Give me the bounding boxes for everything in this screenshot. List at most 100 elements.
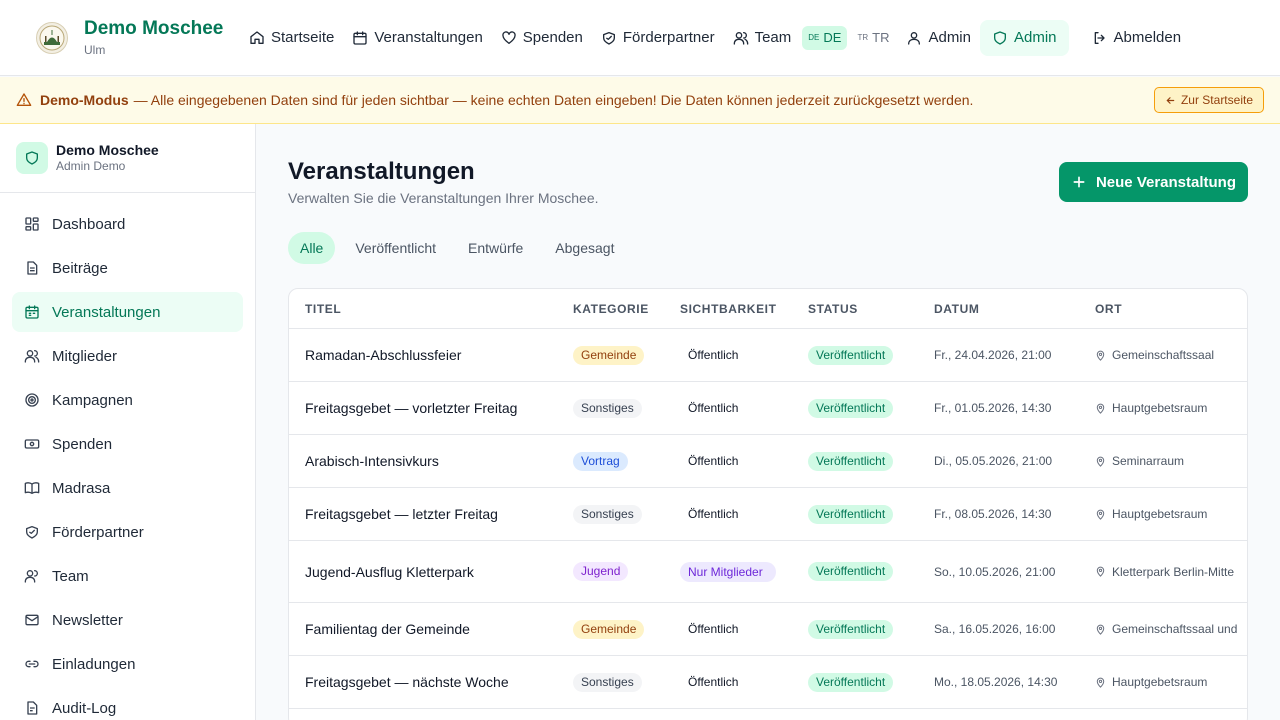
event-location: Hauptgebetsraum: [1112, 401, 1208, 415]
map-pin-icon: [1095, 456, 1112, 467]
table-row[interactable]: Jugend-Ausflug Kletterpark Jugend Nur Mi…: [289, 541, 1247, 603]
event-location: Hauptgebetsraum: [1112, 675, 1208, 689]
nav-events[interactable]: Veranstaltungen: [343, 20, 491, 56]
nav-team[interactable]: Team: [724, 20, 801, 56]
brand[interactable]: Demo Moschee Ulm: [36, 18, 236, 58]
event-date: Fr., 08.05.2026, 14:30: [934, 507, 1052, 521]
nav-admin-user[interactable]: Admin: [897, 20, 980, 56]
logout-label: Abmelden: [1113, 29, 1182, 46]
demo-banner: Demo-Modus — Alle eingegebenen Daten sin…: [0, 77, 1280, 124]
main-content: Veranstaltungen Verwalten Sie die Verans…: [256, 124, 1280, 720]
sidebar-item-campaigns[interactable]: Kampagnen: [12, 380, 243, 420]
team-icon: [733, 30, 755, 46]
sidebar-item-label: Team: [52, 567, 89, 585]
sidebar-item-donations[interactable]: Spenden: [12, 424, 243, 464]
column-header-location[interactable]: ORT: [1095, 302, 1122, 316]
sidebar-item-label: Audit-Log: [52, 699, 117, 717]
sidebar-item-invitations[interactable]: Einladungen: [12, 644, 243, 684]
sidebar-item-team[interactable]: Team: [12, 556, 243, 596]
status-badge: Veröffentlicht: [808, 345, 894, 365]
event-title[interactable]: Freitagsgebet — letzter Freitag: [305, 488, 498, 540]
status-badge: Veröffentlicht: [808, 398, 894, 418]
sidebar-item-label: Spenden: [52, 435, 113, 453]
visibility-label: Öffentlich: [688, 675, 739, 689]
sidebar-item-label: Mitglieder: [52, 347, 118, 365]
table-row[interactable]: Freitagsgebet — nächste Woche Sonstiges …: [289, 656, 1247, 709]
brand-city: Ulm: [84, 42, 106, 57]
status-badge: Veröffentlicht: [808, 451, 894, 471]
tab-cancelled[interactable]: Abgesagt: [543, 232, 626, 264]
sidebar-item-madrasa[interactable]: Madrasa: [12, 468, 243, 508]
sidebar-item-newsletter[interactable]: Newsletter: [12, 600, 243, 640]
logout-button[interactable]: Abmelden: [1083, 20, 1191, 56]
table-row[interactable]: Freitagsgebet — vorletzter Freitag Sonst…: [289, 382, 1247, 435]
visibility-label: Öffentlich: [688, 348, 739, 362]
visibility-label: Öffentlich: [688, 622, 739, 636]
tab-all[interactable]: Alle: [288, 232, 336, 264]
lang-tr-button[interactable]: TR TR: [851, 26, 895, 50]
nav-admin-panel[interactable]: Admin: [980, 19, 1069, 56]
event-location: Hauptgebetsraum: [1112, 507, 1208, 521]
banknote-icon: [24, 436, 52, 452]
column-header-title[interactable]: TITEL: [305, 302, 341, 316]
sidebar-subtitle: Admin Demo: [56, 159, 126, 173]
mosque-logo-icon: [36, 21, 68, 54]
table-row[interactable]: Arabisch-Intensivkurs Vortrag Öffentlich…: [289, 435, 1247, 488]
new-event-label: Neue Veranstaltung: [1095, 173, 1237, 191]
nav-sponsors[interactable]: Förderpartner: [592, 20, 724, 56]
nav-home[interactable]: Startseite: [240, 20, 343, 56]
sidebar-item-label: Förderpartner: [52, 523, 144, 541]
main-nav: Startseite Veranstaltungen Spenden Förde…: [240, 19, 1191, 56]
column-header-date[interactable]: DATUM: [934, 302, 979, 316]
map-pin-icon: [1095, 350, 1112, 361]
sidebar-item-label: Veranstaltungen: [52, 303, 161, 321]
event-title[interactable]: Familientag der Gemeinde: [305, 603, 470, 655]
event-title[interactable]: Ramadan-Abschlussfeier: [305, 329, 461, 381]
table-row[interactable]: Ramadan-Abschlussfeier Gemeinde Öffentli…: [289, 329, 1247, 382]
sidebar-item-dashboard[interactable]: Dashboard: [12, 204, 243, 244]
new-event-button[interactable]: Neue Veranstaltung: [1059, 162, 1248, 202]
table-header: TITEL KATEGORIE SICHTBARKEIT STATUS DATU…: [289, 289, 1247, 329]
calendar-icon: [352, 30, 374, 46]
user-icon: [906, 30, 928, 46]
sidebar-item-members[interactable]: Mitglieder: [12, 336, 243, 376]
column-header-visibility[interactable]: SICHTBARKEIT: [680, 302, 777, 316]
sidebar-item-events[interactable]: Veranstaltungen: [12, 292, 243, 332]
demo-banner-message: — Alle eingegebenen Daten sind für jeden…: [133, 92, 974, 108]
shield-icon: [992, 30, 1014, 46]
visibility-label: Öffentlich: [688, 507, 739, 521]
category-badge: Sonstiges: [573, 672, 642, 692]
sidebar-item-label: Beiträge: [52, 259, 108, 277]
lang-de-code: DE: [808, 33, 820, 42]
column-header-status[interactable]: STATUS: [808, 302, 858, 316]
table-row[interactable]: Freitagsgebet — letzter Freitag Sonstige…: [289, 488, 1247, 541]
sidebar-title: Demo Moschee: [56, 142, 159, 158]
event-title[interactable]: Jugend-Ausflug Kletterpark: [305, 541, 474, 602]
mail-icon: [24, 612, 52, 628]
sidebar-item-posts[interactable]: Beiträge: [12, 248, 243, 288]
event-title[interactable]: Arabisch-Intensivkurs: [305, 435, 439, 487]
plus-icon: [1071, 174, 1096, 190]
dashboard-icon: [24, 216, 52, 232]
events-table: TITEL KATEGORIE SICHTBARKEIT STATUS DATU…: [288, 288, 1248, 720]
logout-icon: [1092, 30, 1114, 46]
category-badge: Sonstiges: [573, 504, 642, 524]
sidebar: Demo Moschee Admin Demo Dashboard Beiträ…: [0, 124, 256, 720]
home-icon: [249, 30, 271, 46]
table-row[interactable]: Familientag der Gemeinde Gemeinde Öffent…: [289, 603, 1247, 656]
column-header-category[interactable]: KATEGORIE: [573, 302, 649, 316]
lang-de-button[interactable]: DE DE: [802, 25, 848, 50]
event-title[interactable]: Freitagsgebet — nächste Woche: [305, 656, 509, 708]
back-to-home-button[interactable]: Zur Startseite: [1153, 87, 1264, 113]
tab-drafts[interactable]: Entwürfe: [456, 232, 535, 264]
sidebar-item-audit-log[interactable]: Audit-Log: [12, 688, 243, 720]
event-location: Gemeinschaftssaal: [1112, 348, 1215, 362]
category-badge: Vortrag: [573, 451, 628, 471]
event-date: Fr., 24.04.2026, 21:00: [934, 348, 1052, 362]
nav-donations[interactable]: Spenden: [492, 20, 592, 56]
event-date: So., 10.05.2026, 21:00: [934, 564, 1056, 579]
sidebar-item-sponsors[interactable]: Förderpartner: [12, 512, 243, 552]
tab-published[interactable]: Veröffentlicht: [343, 232, 448, 264]
visibility-label: Öffentlich: [688, 454, 739, 468]
event-title[interactable]: Freitagsgebet — vorletzter Freitag: [305, 382, 517, 434]
